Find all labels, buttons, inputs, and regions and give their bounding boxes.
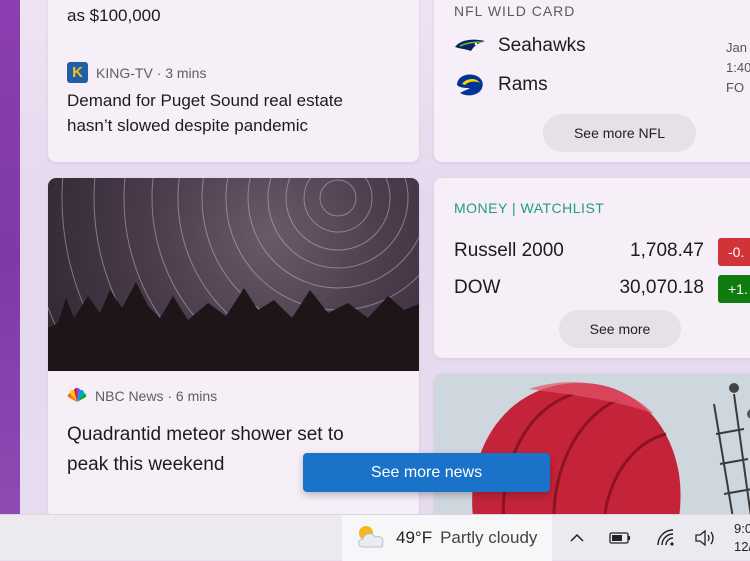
stock-name: Russell 2000 bbox=[454, 240, 564, 261]
nbc-peacock-logo-icon bbox=[67, 387, 87, 404]
money-watchlist-card[interactable]: MONEY | WATCHLIST Russell 2000 1,708.47 … bbox=[434, 178, 750, 358]
weather-condition: Partly cloudy bbox=[440, 528, 538, 547]
desktop-edge bbox=[0, 0, 20, 514]
news-card-balloon-image[interactable] bbox=[434, 374, 750, 524]
wifi-icon[interactable] bbox=[655, 527, 677, 549]
team-name: Seahawks bbox=[498, 35, 586, 56]
team-name: Rams bbox=[498, 74, 548, 95]
article-source: K KING-TV · 3 mins bbox=[67, 62, 206, 83]
stock-value: 30,070.18 bbox=[619, 277, 704, 298]
article-source: NBC News · 6 mins bbox=[67, 387, 218, 404]
game-date: Jan bbox=[726, 40, 747, 55]
star-trails-photo[interactable] bbox=[48, 178, 419, 509]
volume-icon[interactable] bbox=[694, 527, 716, 549]
team-row-rams[interactable]: Rams bbox=[454, 72, 548, 98]
article-source-label: NBC News · 6 mins bbox=[95, 388, 218, 404]
headline-line-1: Demand for Puget Sound real estate bbox=[67, 91, 343, 110]
king-tv-logo-icon: K bbox=[67, 62, 88, 83]
article-headline[interactable]: Demand for Puget Sound real estate hasn’… bbox=[67, 88, 397, 138]
stock-value: 1,708.47 bbox=[630, 240, 704, 261]
article-source-label: KING-TV · 3 mins bbox=[96, 64, 207, 81]
clock-date[interactable]: 12/ bbox=[734, 539, 750, 554]
taskbar: 49°F Partly cloudy 9:0 12/ bbox=[0, 514, 750, 561]
money-card-label: MONEY | WATCHLIST bbox=[454, 200, 605, 216]
headline-line-2: hasn’t slowed despite pandemic bbox=[67, 116, 308, 135]
nfl-wildcard-card[interactable]: NFL WILD CARD Seahawks Rams Jan 1:40 FO … bbox=[434, 0, 750, 162]
clock-time[interactable]: 9:0 bbox=[734, 521, 750, 536]
news-card-puget-sound[interactable]: as $100,000 K KING-TV · 3 mins Demand fo… bbox=[48, 0, 419, 162]
stock-change-badge: -0. bbox=[718, 238, 750, 266]
see-more-nfl-button[interactable]: See more NFL bbox=[543, 114, 696, 152]
game-network: FO bbox=[726, 80, 745, 95]
headline-line-1: Quadrantid meteor shower set to bbox=[67, 424, 344, 445]
seahawks-logo-icon bbox=[454, 33, 486, 59]
rams-logo-icon bbox=[454, 72, 486, 98]
game-time: 1:40 bbox=[726, 60, 750, 75]
hot-air-balloon-photo bbox=[434, 374, 750, 524]
stock-change-badge: +1. bbox=[718, 275, 750, 303]
team-row-seahawks[interactable]: Seahawks bbox=[454, 33, 586, 59]
chevron-up-icon[interactable] bbox=[566, 527, 588, 549]
partly-cloudy-icon bbox=[354, 523, 388, 554]
see-more-money-button[interactable]: See more bbox=[559, 310, 681, 348]
stock-name: DOW bbox=[454, 277, 501, 298]
previous-headline-fragment: as $100,000 bbox=[67, 6, 161, 25]
see-more-news-button[interactable]: See more news bbox=[303, 453, 550, 492]
weather-widget-button[interactable]: 49°F Partly cloudy bbox=[342, 515, 552, 561]
nfl-card-label: NFL WILD CARD bbox=[454, 3, 576, 19]
battery-icon[interactable] bbox=[609, 527, 631, 549]
weather-temperature: 49°F bbox=[396, 528, 433, 547]
